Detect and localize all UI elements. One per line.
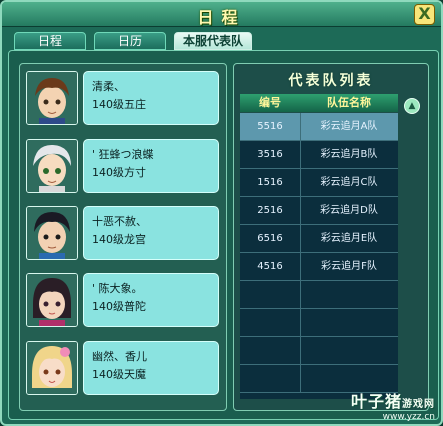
member-name: 清柔、 [92, 80, 125, 93]
team-name: 彩云追月F队 [321, 261, 377, 272]
watermark-brand: 叶子猪 [350, 392, 402, 411]
team-name: 彩云追月C队 [320, 177, 378, 188]
member-card[interactable]: 十恶不赦、 140级龙宫 [26, 206, 219, 260]
watermark: 叶子猪游戏网 www.yzz.cn [351, 388, 435, 422]
empty-row [240, 337, 398, 365]
schedule-window: 日程 X 日程 日历 本服代表队 清柔、 140级五庄 ' 狂蜂つ浪蝶 140级… [0, 0, 443, 426]
team-name: 彩云追月D队 [320, 205, 378, 216]
girl-blonde-hair-portrait [26, 341, 78, 395]
tab-schedule[interactable]: 日程 [14, 32, 86, 50]
team-name: 彩云追月A队 [320, 121, 378, 132]
member-detail: 140级方寸 [92, 166, 146, 179]
boy-brown-hair-portrait [26, 71, 78, 125]
member-detail: 140级龙宫 [92, 233, 146, 246]
table-row[interactable]: 5516 彩云追月A队 [240, 113, 398, 141]
member-name: ' 陈大象。 [92, 282, 143, 295]
close-button[interactable]: X [414, 4, 435, 25]
team-number: 1516 [240, 169, 301, 196]
girl-black-hair-portrait [26, 273, 78, 327]
table-row[interactable]: 1516 彩云追月C队 [240, 169, 398, 197]
member-card[interactable]: 幽然、香儿 140级天魔 [26, 341, 219, 395]
member-info: ' 陈大象。 140级普陀 [83, 273, 219, 327]
team-list-panel: 代表队列表 编号 队伍名称 ▲ 5516 彩云追月A队 3516 彩云追月B队 … [233, 63, 429, 411]
boy-silver-hair-portrait [26, 139, 78, 193]
window-title: 日程 [197, 8, 246, 27]
team-number: 5516 [240, 113, 301, 140]
member-name: 十恶不赦、 [92, 215, 147, 228]
member-info: ' 狂蜂つ浪蝶 140级方寸 [83, 139, 219, 193]
table-row[interactable]: 3516 彩云追月B队 [240, 141, 398, 169]
member-list: 清柔、 140级五庄 ' 狂蜂つ浪蝶 140级方寸 十恶不赦、 140级龙宫 '… [19, 63, 227, 411]
team-number: 6516 [240, 225, 301, 252]
member-name: ' 狂蜂つ浪蝶 [92, 148, 154, 161]
header-number: 编号 [259, 96, 281, 109]
header-team-name: 队伍名称 [327, 96, 371, 109]
boy-black-hair-portrait [26, 206, 78, 260]
team-number: 4516 [240, 253, 301, 280]
watermark-url: www.yzz.cn [382, 412, 435, 422]
member-detail: 140级普陀 [92, 300, 146, 313]
member-info: 幽然、香儿 140级天魔 [83, 341, 219, 395]
member-detail: 140级五庄 [92, 98, 146, 111]
watermark-sub: 游戏网 [402, 399, 435, 410]
table-row[interactable]: 6516 彩云追月E队 [240, 225, 398, 253]
title-bar[interactable]: 日程 X [2, 2, 441, 27]
member-card[interactable]: ' 狂蜂つ浪蝶 140级方寸 [26, 139, 219, 193]
team-number: 2516 [240, 197, 301, 224]
table-row[interactable]: 4516 彩云追月F队 [240, 253, 398, 281]
member-detail: 140级天魔 [92, 368, 146, 381]
empty-row [240, 281, 398, 309]
team-table: 5516 彩云追月A队 3516 彩云追月B队 1516 彩云追月C队 2516… [240, 113, 398, 399]
member-info: 清柔、 140级五庄 [83, 71, 219, 125]
member-name: 幽然、香儿 [92, 350, 147, 363]
member-card[interactable]: ' 陈大象。 140级普陀 [26, 273, 219, 327]
tab-calendar[interactable]: 日历 [94, 32, 166, 50]
content-panel: 清柔、 140级五庄 ' 狂蜂つ浪蝶 140级方寸 十恶不赦、 140级龙宫 '… [8, 50, 439, 420]
empty-row [240, 309, 398, 337]
team-list-title: 代表队列表 [288, 73, 374, 89]
member-card[interactable]: 清柔、 140级五庄 [26, 71, 219, 125]
tab-server-team[interactable]: 本服代表队 [174, 32, 252, 50]
team-name: 彩云追月B队 [320, 149, 378, 160]
table-row[interactable]: 2516 彩云追月D队 [240, 197, 398, 225]
team-number: 3516 [240, 141, 301, 168]
team-table-header: 编号 队伍名称 [240, 94, 398, 112]
team-name: 彩云追月E队 [320, 233, 378, 244]
scroll-up-icon[interactable]: ▲ [404, 98, 420, 114]
member-info: 十恶不赦、 140级龙宫 [83, 206, 219, 260]
